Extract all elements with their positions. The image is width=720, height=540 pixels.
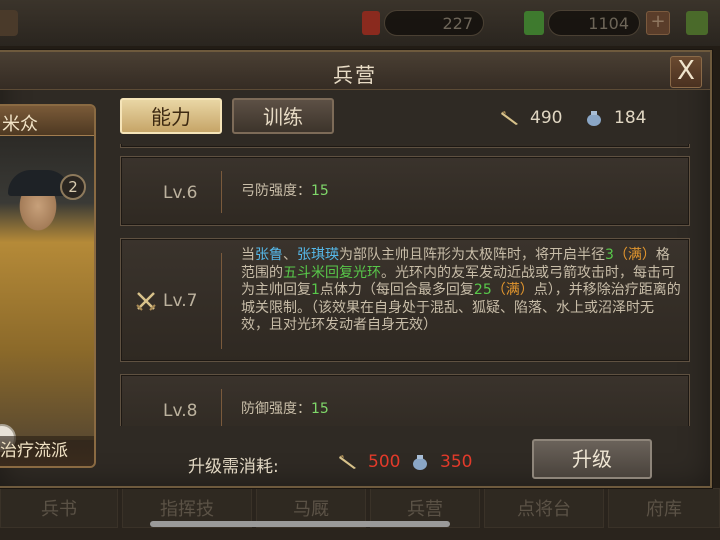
effect-label: 弓防强度： bbox=[241, 183, 311, 199]
bag-currency: 184 bbox=[584, 108, 646, 128]
barracks-dialog: 兵营 X 2 米众 治疗流派 能力 训练 490 184 Lv.6 弓防强度：1… bbox=[0, 50, 712, 488]
resource-1: 227 bbox=[362, 10, 484, 36]
crossed-swords-icon bbox=[136, 292, 156, 311]
tab-ability[interactable]: 能力 bbox=[120, 98, 222, 134]
bag-currency-value: 184 bbox=[614, 108, 647, 128]
upgrade-bag-cost-value: 350 bbox=[440, 452, 473, 472]
description-segment: 五斗米回复光环 bbox=[283, 264, 381, 281]
hero-school-label: 治疗流派 bbox=[0, 436, 94, 466]
bag-top-icon bbox=[686, 11, 708, 35]
hero-card[interactable]: 2 米众 治疗流派 bbox=[0, 104, 96, 468]
hero-name: 米众 bbox=[2, 114, 38, 135]
level-row-lv8: Lv.8 防御强度：15 bbox=[120, 374, 690, 426]
description-segment: （满） bbox=[613, 247, 656, 263]
upgrade-button[interactable]: 升级 bbox=[532, 439, 652, 479]
description-segment: 当 bbox=[241, 247, 255, 263]
resource-3 bbox=[686, 10, 708, 36]
row-divider bbox=[221, 253, 222, 349]
bottom-tab-dianjiangtai[interactable]: 点将台 bbox=[484, 488, 604, 528]
bottom-menu: 兵书 指挥技 马厩 兵营 点将台 府库 bbox=[0, 488, 720, 540]
upgrade-bag-cost: 350 bbox=[410, 452, 472, 472]
description-segment: 张琪瑛 bbox=[297, 247, 339, 263]
hero-portrait: 2 bbox=[0, 136, 94, 452]
dialog-title: 兵营 bbox=[333, 63, 377, 87]
level-row-partial bbox=[120, 144, 690, 148]
blade-icon bbox=[501, 111, 518, 125]
row-divider bbox=[221, 389, 222, 426]
pouch-icon bbox=[587, 111, 601, 126]
description-segment: 为部队主帅且阵形为太极阵时，将开启半径 bbox=[339, 247, 605, 263]
description-segment: 点体力（每回合最多回复 bbox=[319, 282, 474, 298]
blade-icon bbox=[339, 455, 356, 469]
bottom-tab-bingshu[interactable]: 兵书 bbox=[0, 488, 118, 528]
level-effect-text: 防御强度：15 bbox=[241, 401, 329, 419]
level-label: Lv.6 bbox=[163, 183, 198, 203]
weapon-currency-value: 490 bbox=[530, 108, 563, 128]
close-button[interactable]: X bbox=[670, 56, 702, 88]
description-segment: 张鲁 bbox=[255, 247, 283, 263]
level-list[interactable]: Lv.6 弓防强度：15 Lv.7 当张鲁、张琪瑛为部队主帅且阵形为太极阵时，将… bbox=[110, 144, 700, 426]
upgrade-weapon-cost: 500 bbox=[338, 452, 400, 472]
top-resource-bar: 227 1104 + bbox=[0, 0, 720, 46]
level-label: Lv.7 bbox=[163, 291, 198, 311]
description-segment: 25 bbox=[473, 282, 492, 298]
row-divider bbox=[221, 171, 222, 213]
menu-edge-icon bbox=[0, 10, 18, 36]
jade-icon bbox=[524, 11, 544, 35]
scroll-icon bbox=[362, 11, 380, 35]
level-effect-text: 弓防强度：15 bbox=[241, 183, 329, 201]
resource-1-value: 227 bbox=[384, 10, 484, 36]
weapon-currency: 490 bbox=[500, 108, 562, 128]
home-indicator[interactable] bbox=[150, 521, 450, 527]
dialog-title-bar: 兵营 X bbox=[0, 52, 710, 90]
level-row-lv7: Lv.7 当张鲁、张琪瑛为部队主帅且阵形为太极阵时，将开启半径3（满）格范围的五… bbox=[120, 238, 690, 362]
upgrade-cost-label: 升级需消耗: bbox=[188, 457, 279, 477]
bottom-tab-fuku[interactable]: 府库 bbox=[608, 488, 720, 528]
level-row-lv6: Lv.6 弓防强度：15 bbox=[120, 156, 690, 226]
level-effect-description: 当张鲁、张琪瑛为部队主帅且阵形为太极阵时，将开启半径3（满）格范围的五斗米回复光… bbox=[241, 247, 681, 335]
description-segment: 3 bbox=[605, 247, 614, 263]
hero-level-badge: 2 bbox=[60, 174, 86, 200]
pouch-icon bbox=[413, 455, 427, 470]
tab-training[interactable]: 训练 bbox=[232, 98, 334, 134]
upgrade-weapon-cost-value: 500 bbox=[368, 452, 401, 472]
description-segment: 、 bbox=[283, 247, 297, 263]
resource-2: 1104 + bbox=[524, 10, 670, 36]
effect-label: 防御强度： bbox=[241, 401, 311, 417]
add-resource-button[interactable]: + bbox=[646, 11, 670, 35]
description-segment: 1 bbox=[311, 282, 320, 298]
description-segment: （满） bbox=[491, 282, 534, 298]
resource-2-value: 1104 bbox=[548, 10, 640, 36]
hero-name-tag: 米众 bbox=[0, 106, 94, 136]
effect-value: 15 bbox=[311, 183, 329, 199]
menu-fragment bbox=[0, 10, 18, 36]
effect-value: 15 bbox=[311, 401, 329, 417]
level-label: Lv.8 bbox=[163, 401, 198, 421]
